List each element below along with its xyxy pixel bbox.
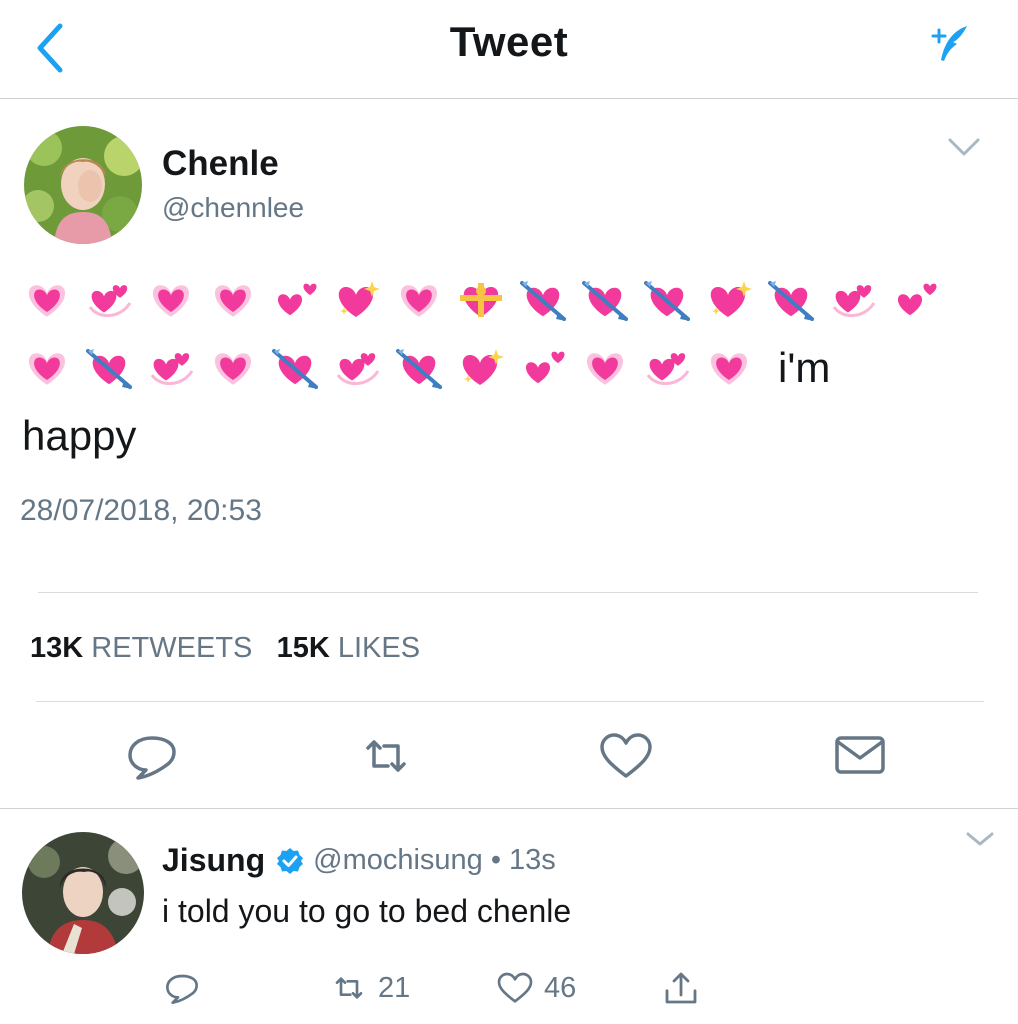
reply-time: 13s <box>508 844 556 876</box>
heart-small-two-emoji <box>897 283 937 316</box>
compose-tweet-icon <box>931 26 967 61</box>
heart-sparkle-emoji <box>710 281 752 317</box>
tweet-text: i'm happy <box>22 266 992 470</box>
reply-author-handle[interactable]: @mochisung <box>313 844 483 877</box>
reply-reply-button[interactable] <box>162 966 210 1010</box>
heart-pink-emoji <box>28 285 66 317</box>
reply-share-button[interactable] <box>660 966 710 1010</box>
page-title: Tweet <box>449 18 569 65</box>
heart-pink-emoji <box>710 353 748 385</box>
heart-arrow-emoji <box>272 349 318 389</box>
chevron-down-icon <box>966 832 994 846</box>
likes-label: LIKES <box>337 632 421 664</box>
divider <box>38 592 978 593</box>
separator-dot: • <box>490 844 501 876</box>
tweet-stats: 13K RETWEETS 15K LIKES <box>30 632 420 665</box>
author-name[interactable]: Chenle <box>162 144 279 184</box>
compose-button[interactable] <box>925 20 975 70</box>
divider <box>0 808 1018 809</box>
heart-revolving-emoji <box>150 353 194 385</box>
envelope-icon <box>835 736 885 774</box>
reply-like-button[interactable]: 46 <box>494 966 576 1010</box>
heart-arrow-emoji <box>768 281 814 321</box>
heart-revolving-emoji <box>832 285 876 317</box>
likes-count: 15K <box>276 632 330 664</box>
tweet-text-line: happy <box>22 402 992 470</box>
tweet-emoji-line <box>22 266 992 334</box>
heart-sparkle-emoji <box>338 281 380 317</box>
reply-header: Jisung @mochisung • 13s <box>162 842 556 879</box>
heart-pink-emoji <box>214 285 252 317</box>
heart-revolving-emoji <box>88 285 132 317</box>
heart-pink-emoji <box>152 285 190 317</box>
verified-badge-icon <box>277 847 304 874</box>
avatar[interactable] <box>24 126 142 244</box>
divider <box>36 701 984 702</box>
heart-icon <box>497 972 533 1003</box>
heart-small-two-emoji <box>525 351 565 384</box>
heart-arrow-emoji <box>520 281 566 321</box>
reply-author-name[interactable]: Jisung <box>162 842 265 879</box>
heart-small-two-emoji <box>277 283 317 316</box>
heart-pink-emoji <box>400 285 438 317</box>
heart-sparkle-emoji <box>462 349 504 385</box>
retweet-button[interactable] <box>356 726 416 786</box>
heart-revolving-emoji <box>646 353 690 385</box>
tweet-timestamp: 28/07/2018, 20:53 <box>20 494 262 527</box>
heart-ribbon-emoji <box>460 283 502 317</box>
like-button[interactable] <box>596 726 656 786</box>
reply-button[interactable] <box>122 726 182 786</box>
likes-stat[interactable]: 15K LIKES <box>277 632 420 664</box>
heart-pink-emoji <box>586 353 624 385</box>
reply-avatar[interactable] <box>22 832 144 954</box>
heart-arrow-emoji <box>396 349 442 389</box>
heart-pink-emoji <box>214 353 252 385</box>
retweets-count: 13K <box>30 632 84 664</box>
tweet-menu-button[interactable] <box>944 132 984 162</box>
author-handle[interactable]: @chennlee <box>162 192 304 224</box>
retweet-icon <box>335 977 363 999</box>
heart-pink-emoji <box>28 353 66 385</box>
retweet-icon <box>366 740 406 772</box>
reply-retweet-button[interactable]: 21 <box>328 966 410 1010</box>
retweets-stat[interactable]: 13K RETWEETS <box>30 632 252 664</box>
retweets-label: RETWEETS <box>91 632 253 664</box>
reply-menu-button[interactable] <box>960 828 1000 852</box>
reply-text: i told you to go to bed chenle <box>162 893 572 929</box>
heart-arrow-emoji <box>582 281 628 321</box>
tweet-emoji-line: i'm <box>22 334 992 402</box>
heart-revolving-emoji <box>336 353 380 385</box>
heart-arrow-emoji <box>86 349 132 389</box>
direct-message-button[interactable] <box>830 726 890 786</box>
heart-icon <box>600 733 652 778</box>
heart-arrow-emoji <box>644 281 690 321</box>
share-icon <box>665 972 697 1004</box>
reply-retweet-count: 21 <box>378 971 411 1004</box>
reply-icon <box>128 736 176 780</box>
reply-like-count: 46 <box>544 971 577 1004</box>
tweet-text-word: i'm <box>778 344 831 391</box>
reply-icon <box>166 974 198 1004</box>
chevron-down-icon <box>948 138 980 156</box>
tweet-text-word: happy <box>22 412 137 459</box>
